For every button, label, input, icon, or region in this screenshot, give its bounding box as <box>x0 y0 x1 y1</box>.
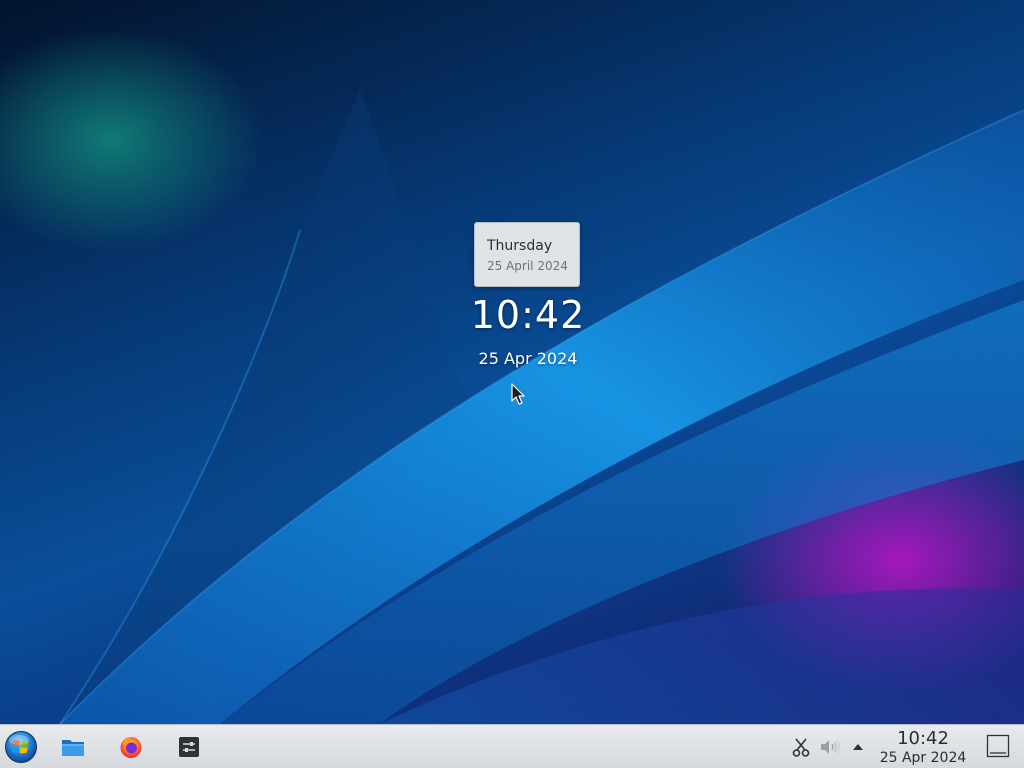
start-menu-button[interactable] <box>4 730 38 764</box>
desktop-clock-time: 10:42 <box>470 293 586 337</box>
date-tooltip: Thursday 25 April 2024 <box>474 222 580 287</box>
tooltip-full-date: 25 April 2024 <box>487 259 568 273</box>
show-desktop-button[interactable] <box>986 734 1010 758</box>
folder-icon <box>62 740 84 756</box>
windows-orb-icon <box>5 731 37 763</box>
taskbar-clock-time: 10:42 <box>897 728 949 749</box>
firefox-icon <box>120 737 142 758</box>
firefox-button[interactable] <box>115 731 147 763</box>
show-desktop-icon <box>986 734 1010 758</box>
desktop-clock-widget[interactable]: 10:42 25 Apr 2024 <box>440 290 616 370</box>
desktop-clock-date: 25 Apr 2024 <box>478 349 578 368</box>
expand-arrow-icon <box>853 744 863 750</box>
expand-tray-button[interactable] <box>846 735 870 759</box>
settings-icon <box>179 737 199 757</box>
clipboard-tray-button[interactable] <box>789 735 813 759</box>
taskbar-clock-date: 25 Apr 2024 <box>879 750 967 766</box>
desktop-wallpaper: Thursday 25 April 2024 10:42 25 Apr 2024 <box>0 0 1024 724</box>
mouse-cursor-icon <box>511 383 525 405</box>
volume-tray-button[interactable] <box>818 735 842 759</box>
taskbar: 10:42 25 Apr 2024 <box>0 724 1024 768</box>
volume-icon <box>821 739 840 755</box>
taskbar-clock[interactable]: 10:42 25 Apr 2024 <box>872 728 974 767</box>
system-settings-button[interactable] <box>173 731 205 763</box>
tooltip-day: Thursday <box>487 238 553 254</box>
clipboard-icon <box>792 738 810 757</box>
file-manager-button[interactable] <box>57 731 89 763</box>
